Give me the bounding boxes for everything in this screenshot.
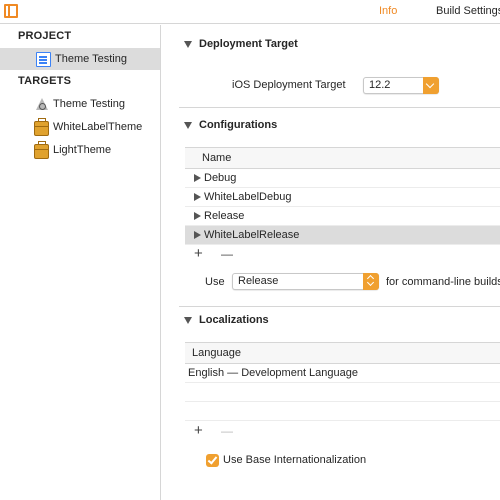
project-section-header: PROJECT bbox=[18, 30, 72, 42]
sidebar-item-label: WhiteLabelTheme bbox=[53, 121, 143, 133]
table-row bbox=[185, 402, 500, 421]
sidebar-item-target-theme-testing[interactable]: Theme Testing bbox=[0, 93, 160, 115]
deployment-disclosure-triangle[interactable] bbox=[184, 41, 192, 48]
project-info-pane: Deployment Target iOS Deployment Target … bbox=[161, 25, 500, 500]
localizations-disclosure-triangle[interactable] bbox=[184, 317, 192, 324]
sidebar-item-label: Theme Testing bbox=[55, 53, 127, 65]
project-target-sidebar: PROJECT Theme Testing TARGETS Theme Test… bbox=[0, 25, 161, 500]
command-line-builds-label: for command-line builds bbox=[386, 276, 500, 288]
remove-configuration-button[interactable]: — bbox=[221, 247, 233, 261]
sidebar-item-label: LightTheme bbox=[53, 144, 112, 156]
sidebar-item-target-whitelabeltheme[interactable]: WhiteLabelTheme bbox=[0, 116, 160, 138]
disclosure-triangle-icon[interactable] bbox=[194, 212, 201, 220]
language-name: English — Development Language bbox=[188, 367, 359, 379]
tab-info[interactable]: Info bbox=[379, 5, 397, 17]
editor-tab-bar: Info Build Settings bbox=[0, 0, 500, 24]
table-row[interactable]: Release bbox=[185, 207, 500, 226]
localizations-table: Language English — Development Language bbox=[185, 342, 500, 421]
configurations-name-column-header[interactable]: Name bbox=[185, 148, 500, 169]
disclosure-triangle-icon[interactable] bbox=[194, 193, 201, 201]
disclosure-triangle-icon[interactable] bbox=[194, 174, 201, 182]
targets-section-header: TARGETS bbox=[18, 75, 72, 87]
table-row[interactable]: Debug bbox=[185, 169, 500, 188]
section-divider bbox=[179, 306, 500, 307]
table-row bbox=[185, 383, 500, 402]
sidebar-item-target-lighttheme[interactable]: LightTheme bbox=[0, 139, 160, 161]
add-localization-button[interactable]: + bbox=[194, 423, 203, 438]
localizations-title: Localizations bbox=[199, 314, 269, 326]
configurations-title: Configurations bbox=[199, 119, 278, 131]
deployment-target-title: Deployment Target bbox=[199, 38, 298, 50]
framework-target-icon bbox=[34, 117, 49, 136]
ios-deployment-target-popup[interactable]: 12.2 bbox=[363, 77, 439, 94]
sidebar-item-label: Theme Testing bbox=[53, 98, 125, 110]
base-internationalization-label: Use Base Internationalization bbox=[223, 454, 367, 466]
table-row[interactable]: WhiteLabelRelease bbox=[185, 226, 500, 245]
ios-deployment-target-label: iOS Deployment Target bbox=[232, 79, 346, 91]
table-row[interactable]: WhiteLabelDebug bbox=[185, 188, 500, 207]
config-name: Release bbox=[204, 210, 245, 222]
updown-chevron-icon bbox=[363, 273, 379, 290]
sidebar-item-project[interactable]: Theme Testing bbox=[0, 48, 160, 70]
disclosure-triangle-icon[interactable] bbox=[194, 231, 201, 239]
configurations-table: Name Debug WhiteLabelDebug Release White… bbox=[185, 147, 500, 245]
use-label: Use bbox=[205, 276, 225, 288]
app-target-icon bbox=[34, 97, 49, 112]
remove-localization-button[interactable]: — bbox=[221, 424, 233, 438]
configurations-disclosure-triangle[interactable] bbox=[184, 122, 192, 129]
project-file-icon bbox=[36, 51, 51, 67]
command-line-config-value: Release bbox=[238, 275, 279, 287]
config-name: WhiteLabelRelease bbox=[204, 229, 300, 241]
table-row[interactable]: English — Development Language bbox=[185, 364, 500, 383]
add-configuration-button[interactable]: + bbox=[194, 246, 203, 261]
config-name: Debug bbox=[204, 172, 237, 184]
ios-deployment-target-value: 12.2 bbox=[369, 79, 391, 91]
editor-layout-icon[interactable] bbox=[4, 4, 18, 18]
config-name: WhiteLabelDebug bbox=[204, 191, 292, 203]
command-line-config-popup[interactable]: Release bbox=[232, 273, 379, 290]
section-divider bbox=[179, 107, 500, 108]
framework-target-icon bbox=[34, 140, 49, 159]
base-internationalization-checkbox[interactable] bbox=[206, 454, 219, 467]
language-column-header[interactable]: Language bbox=[185, 343, 500, 364]
chevron-down-icon bbox=[423, 77, 439, 94]
tab-build-settings[interactable]: Build Settings bbox=[436, 5, 500, 17]
